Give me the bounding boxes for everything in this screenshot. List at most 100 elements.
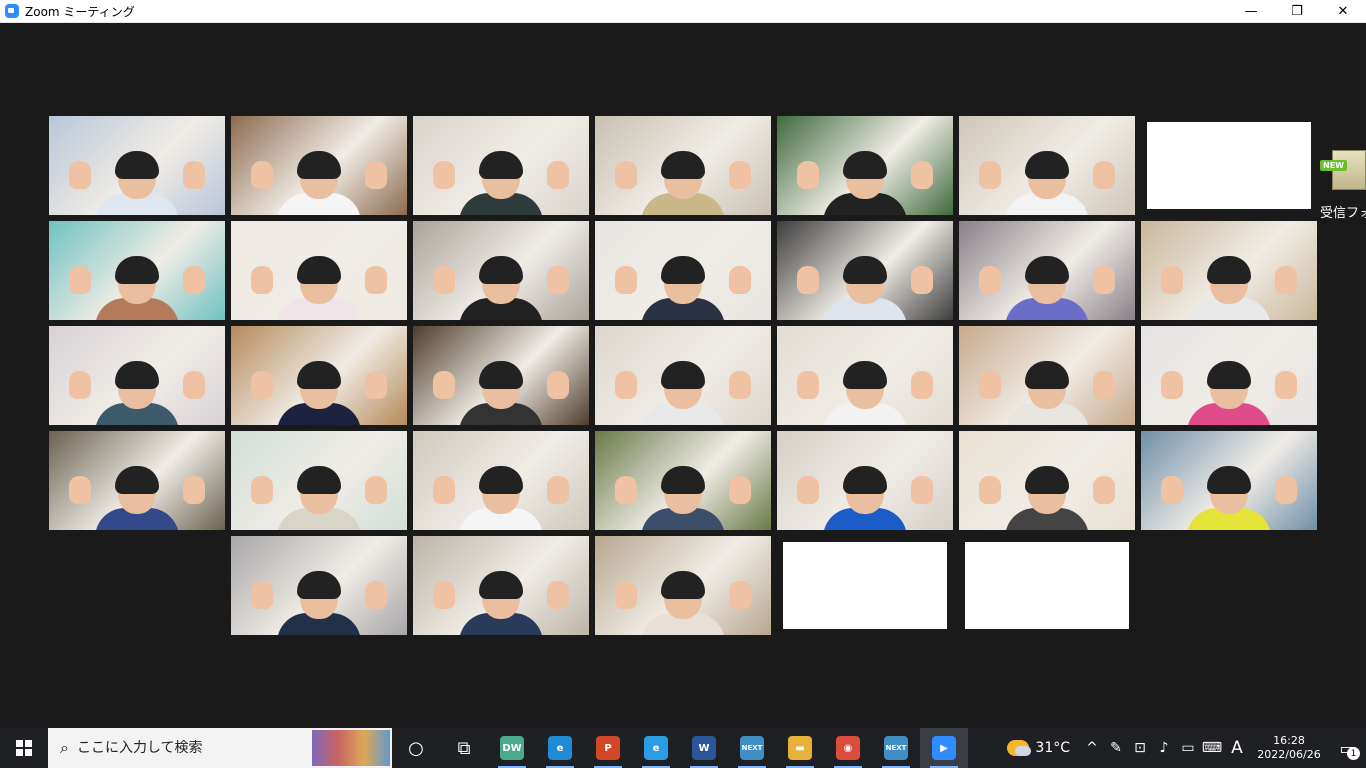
taskbar-app-task-view[interactable]: ⧉	[440, 728, 488, 768]
participant-tile[interactable]	[595, 221, 771, 320]
participant-tile[interactable]	[595, 431, 771, 530]
dw-icon: DW	[500, 736, 524, 760]
participant-tile[interactable]	[777, 326, 953, 425]
participant-tile[interactable]	[49, 221, 225, 320]
taskbar-app-zoom[interactable]: ▶	[920, 728, 968, 768]
weather-icon	[1007, 740, 1032, 756]
participant-video	[1161, 256, 1297, 320]
chevron-up-icon[interactable]: ^	[1080, 740, 1104, 756]
participant-video	[69, 361, 205, 425]
taskbar-app-ie[interactable]: e	[632, 728, 680, 768]
participant-video	[979, 361, 1115, 425]
search-highlight-image	[312, 730, 390, 766]
system-tray: 31°C ^ ✎ ⊡ ♪ ▭ ⌨ A 16:28 2022/06/26 ▭ 1	[1007, 728, 1366, 768]
zoom-icon: ▶	[932, 736, 956, 760]
participant-tile[interactable]	[595, 116, 771, 215]
taskbar-app-next1[interactable]: NEXT	[728, 728, 776, 768]
minimize-button[interactable]: —	[1228, 0, 1274, 23]
desktop-shortcut-inbox[interactable]: NEW 受信フォ	[1318, 150, 1366, 225]
participant-video	[615, 256, 751, 320]
participant-tile[interactable]	[595, 536, 771, 635]
participant-tile[interactable]	[413, 221, 589, 320]
participant-tile[interactable]	[231, 221, 407, 320]
close-button[interactable]: ✕	[1320, 0, 1366, 23]
participant-video	[69, 256, 205, 320]
weather-widget[interactable]: 31°C	[1007, 740, 1070, 756]
participant-tile[interactable]	[1141, 431, 1317, 530]
participant-video	[433, 466, 569, 530]
taskbar-clock[interactable]: 16:28 2022/06/26	[1250, 734, 1328, 762]
participant-video	[797, 151, 933, 215]
video-off-placeholder	[965, 542, 1129, 629]
window-title: Zoom ミーティング	[25, 4, 135, 19]
participant-video	[251, 256, 387, 320]
participant-tile[interactable]	[231, 326, 407, 425]
powerpoint-icon: P	[596, 736, 620, 760]
participant-tile[interactable]	[231, 431, 407, 530]
participant-tile[interactable]	[49, 326, 225, 425]
participant-tile[interactable]	[959, 326, 1135, 425]
participant-tile[interactable]	[777, 116, 953, 215]
participant-video	[251, 571, 387, 635]
window-controls: — ❐ ✕	[1228, 0, 1366, 23]
maximize-button[interactable]: ❐	[1274, 0, 1320, 23]
taskbar-app-explorer[interactable]: ▬	[776, 728, 824, 768]
participant-tile[interactable]	[49, 431, 225, 530]
next2-icon: NEXT	[884, 736, 908, 760]
participant-tile[interactable]	[413, 536, 589, 635]
participant-tile[interactable]	[1141, 221, 1317, 320]
new-badge: NEW	[1320, 160, 1347, 171]
participant-video	[797, 361, 933, 425]
participant-tile[interactable]	[777, 221, 953, 320]
participant-video	[1161, 466, 1297, 530]
action-center-button[interactable]: ▭ 1	[1328, 728, 1366, 768]
ie-icon: e	[644, 736, 668, 760]
taskbar-app-powerpoint[interactable]: P	[584, 728, 632, 768]
participant-tile[interactable]	[959, 116, 1135, 215]
participant-tile-video-off[interactable]	[1141, 116, 1317, 215]
participant-tile[interactable]	[49, 116, 225, 215]
search-input[interactable]	[76, 740, 297, 756]
participant-video	[69, 151, 205, 215]
network-icon[interactable]: ⊡	[1128, 740, 1152, 756]
participant-tile[interactable]	[1141, 326, 1317, 425]
participant-tile-video-off[interactable]	[959, 536, 1135, 635]
participant-tile[interactable]	[413, 431, 589, 530]
participant-tile[interactable]	[413, 326, 589, 425]
participant-tile[interactable]	[959, 221, 1135, 320]
chrome-icon: ◉	[836, 736, 860, 760]
battery-icon[interactable]: ▭	[1176, 740, 1200, 756]
participant-tile[interactable]	[413, 116, 589, 215]
pen-icon[interactable]: ✎	[1104, 740, 1128, 756]
taskbar-app-chrome[interactable]: ◉	[824, 728, 872, 768]
participant-tile[interactable]	[777, 431, 953, 530]
taskbar-app-word[interactable]: W	[680, 728, 728, 768]
participant-tile-video-off[interactable]	[777, 536, 953, 635]
taskbar-app-edge[interactable]: e	[536, 728, 584, 768]
taskbar-app-next2[interactable]: NEXT	[872, 728, 920, 768]
windows-taskbar: ⌕ ○⧉DWePeWNEXT▬◉NEXT▶ 31°C ^ ✎ ⊡ ♪ ▭ ⌨ A…	[0, 728, 1366, 768]
start-button[interactable]	[0, 728, 48, 768]
participant-video	[433, 571, 569, 635]
participant-video	[979, 151, 1115, 215]
meeting-gallery-view	[0, 23, 1366, 728]
taskbar-app-cortana[interactable]: ○	[392, 728, 440, 768]
volume-icon[interactable]: ♪	[1152, 740, 1176, 756]
participant-video	[979, 256, 1115, 320]
participant-tile[interactable]	[959, 431, 1135, 530]
participant-tile[interactable]	[595, 326, 771, 425]
task-view-icon: ⧉	[457, 737, 471, 759]
edge-icon: e	[548, 736, 572, 760]
taskbar-search-box[interactable]: ⌕	[48, 728, 392, 768]
taskbar-app-dw[interactable]: DW	[488, 728, 536, 768]
explorer-icon: ▬	[788, 736, 812, 760]
clock-time: 16:28	[1273, 734, 1305, 747]
participant-video	[251, 151, 387, 215]
participant-tile[interactable]	[231, 536, 407, 635]
participant-tile-active-speaker[interactable]	[231, 116, 407, 215]
ime-mode-indicator[interactable]: A	[1224, 738, 1250, 758]
search-icon: ⌕	[60, 738, 69, 757]
weather-temperature: 31°C	[1035, 740, 1070, 756]
window-titlebar: Zoom ミーティング — ❐ ✕	[0, 0, 1366, 23]
keyboard-icon[interactable]: ⌨	[1200, 740, 1224, 756]
